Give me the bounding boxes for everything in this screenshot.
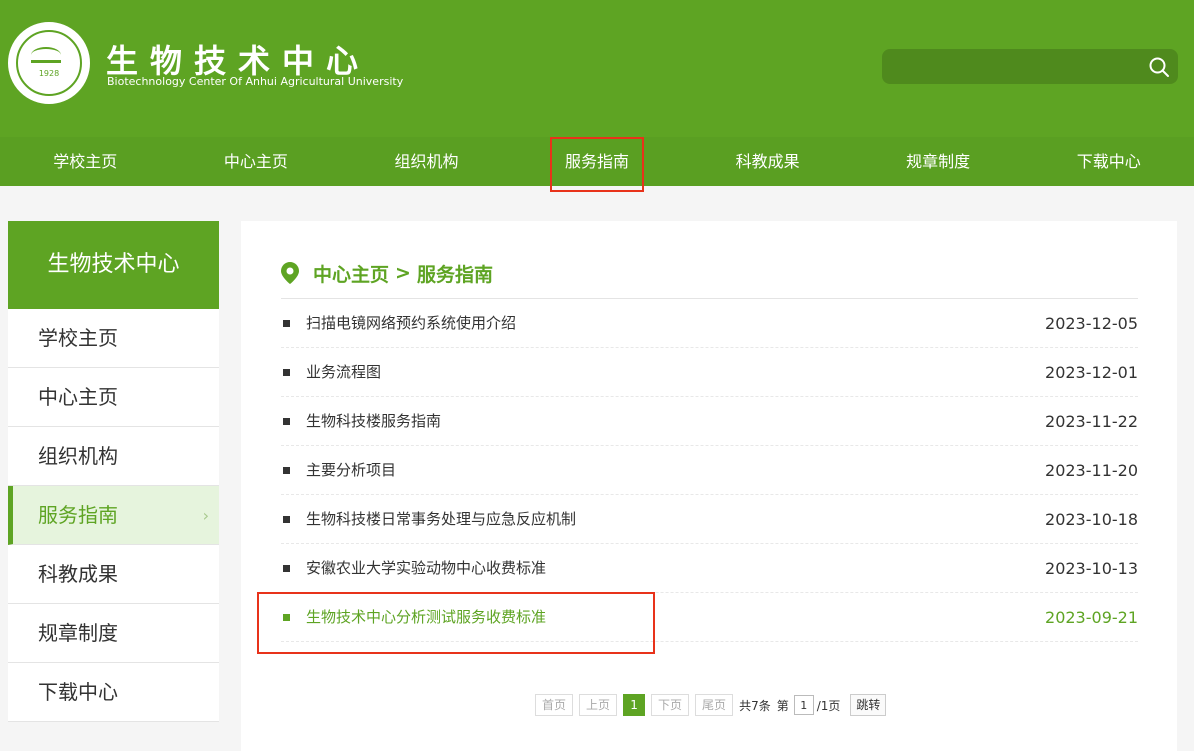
breadcrumb-current[interactable]: 服务指南 (417, 260, 493, 287)
article-date: 2023-12-05 (1045, 314, 1138, 333)
bullet-square-icon (283, 418, 290, 425)
sidebar-item-label: 科教成果 (38, 562, 118, 586)
sidebar-item-service-guide[interactable]: 服务指南 › (8, 486, 219, 545)
article-date: 2023-10-18 (1045, 510, 1138, 529)
total-count: 共7条 (739, 698, 771, 713)
nav-item-center-home[interactable]: 中心主页 (171, 137, 342, 186)
sidebar-item-regulations[interactable]: 规章制度 (8, 604, 219, 663)
highlight-annotation-box (257, 592, 655, 654)
sidebar: 生物技术中心 学校主页 中心主页 组织机构 服务指南 › 科教成果 规章制度 下载… (8, 221, 219, 722)
list-item[interactable]: 主要分析项目 2023-11-20 (281, 446, 1138, 495)
page-suffix: /1页 (816, 698, 841, 713)
next-page-button[interactable]: 下页 (651, 694, 690, 716)
article-title-link[interactable]: 生物科技楼日常事务处理与应急反应机制 (306, 495, 576, 544)
nav-item-achievements[interactable]: 科教成果 (682, 137, 853, 186)
bullet-square-icon (283, 516, 290, 523)
sidebar-item-label: 组织机构 (38, 444, 118, 468)
sidebar-item-downloads[interactable]: 下载中心 (8, 663, 219, 722)
chevron-right-icon: › (202, 506, 209, 525)
article-date: 2023-11-22 (1045, 412, 1138, 431)
sidebar-item-label: 服务指南 (38, 503, 118, 527)
article-date: 2023-12-01 (1045, 363, 1138, 382)
sidebar-item-label: 规章制度 (38, 621, 118, 645)
sidebar-item-achievements[interactable]: 科教成果 (8, 545, 219, 604)
nav-item-service-guide[interactable]: 服务指南 (512, 137, 683, 186)
jump-button[interactable]: 跳转 (850, 694, 887, 716)
search-input[interactable] (882, 49, 1178, 84)
breadcrumb-separator: > (395, 262, 411, 284)
site-header: 1928 生物技术中心 Biotechnology Center Of Anhu… (0, 0, 1194, 137)
article-date: 2023-11-20 (1045, 461, 1138, 480)
seal-ring (16, 30, 82, 96)
first-page-button[interactable]: 首页 (535, 694, 574, 716)
bullet-square-icon (283, 320, 290, 327)
search-icon[interactable] (1148, 56, 1170, 78)
list-item[interactable]: 安徽农业大学实验动物中心收费标准 2023-10-13 (281, 544, 1138, 593)
article-list: 扫描电镜网络预约系统使用介绍 2023-12-05 业务流程图 2023-12-… (281, 299, 1138, 642)
article-date: 2023-09-21 (1045, 608, 1138, 627)
bullet-square-icon (283, 369, 290, 376)
nav-item-organization[interactable]: 组织机构 (341, 137, 512, 186)
prev-page-button[interactable]: 上页 (579, 694, 618, 716)
sidebar-title: 生物技术中心 (8, 221, 219, 309)
seal-book-emblem (31, 47, 61, 63)
sidebar-item-organization[interactable]: 组织机构 (8, 427, 219, 486)
breadcrumb: 中心主页 > 服务指南 (281, 258, 493, 288)
sidebar-item-label: 学校主页 (38, 326, 118, 350)
main-nav: 学校主页 中心主页 组织机构 服务指南 科教成果 规章制度 下载中心 (0, 137, 1194, 186)
breadcrumb-home-link[interactable]: 中心主页 (313, 260, 389, 287)
article-title-link[interactable]: 业务流程图 (306, 348, 381, 397)
article-title-link[interactable]: 生物科技楼服务指南 (306, 397, 441, 446)
nav-item-school-home[interactable]: 学校主页 (0, 137, 171, 186)
current-page-number[interactable]: 1 (623, 694, 646, 716)
last-page-button[interactable]: 尾页 (695, 694, 734, 716)
list-item[interactable]: 生物科技楼日常事务处理与应急反应机制 2023-10-18 (281, 495, 1138, 544)
list-item[interactable]: 扫描电镜网络预约系统使用介绍 2023-12-05 (281, 299, 1138, 348)
sidebar-item-school-home[interactable]: 学校主页 (8, 309, 219, 368)
nav-item-regulations[interactable]: 规章制度 (853, 137, 1024, 186)
article-date: 2023-10-13 (1045, 559, 1138, 578)
sidebar-item-center-home[interactable]: 中心主页 (8, 368, 219, 427)
article-title-link[interactable]: 扫描电镜网络预约系统使用介绍 (306, 299, 516, 348)
list-item[interactable]: 业务流程图 2023-12-01 (281, 348, 1138, 397)
bullet-square-icon (283, 467, 290, 474)
pagination: 首页 上页 1 下页 尾页 共7条 第 /1页 跳转 (535, 694, 887, 716)
article-title-link[interactable]: 主要分析项目 (306, 446, 396, 495)
list-item[interactable]: 生物科技楼服务指南 2023-11-22 (281, 397, 1138, 446)
university-seal-logo[interactable]: 1928 (8, 22, 90, 104)
article-title-link[interactable]: 安徽农业大学实验动物中心收费标准 (306, 544, 546, 593)
main-content: 中心主页 > 服务指南 扫描电镜网络预约系统使用介绍 2023-12-05 业务… (241, 221, 1177, 751)
sidebar-item-label: 下载中心 (38, 680, 118, 704)
seal-year: 1928 (38, 69, 60, 78)
bullet-square-icon (283, 565, 290, 572)
sidebar-item-label: 中心主页 (38, 385, 118, 409)
page-prefix: 第 (776, 698, 789, 713)
nav-item-downloads[interactable]: 下载中心 (1023, 137, 1194, 186)
map-pin-icon (281, 262, 299, 284)
page-number-input[interactable] (793, 695, 814, 715)
site-subtitle: Biotechnology Center Of Anhui Agricultur… (107, 75, 404, 88)
